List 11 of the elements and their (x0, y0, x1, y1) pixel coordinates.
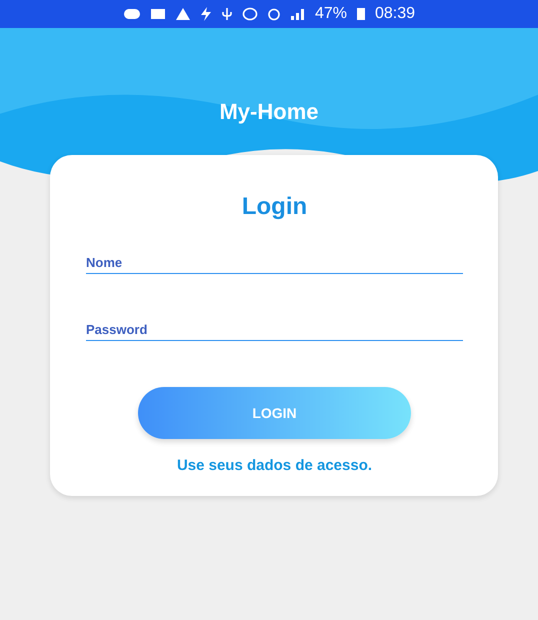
lightning-icon (200, 7, 212, 21)
clock-time: 08:39 (374, 5, 416, 23)
app-title: My-Home (219, 98, 318, 125)
login-title: Login (240, 193, 308, 221)
warning-icon (174, 7, 191, 21)
signal-icon (290, 8, 306, 20)
battery-percent: 47% (314, 5, 347, 23)
login-button[interactable]: LOGIN (138, 387, 411, 439)
battery-icon (356, 7, 366, 21)
usb-icon (220, 7, 233, 21)
access-hint: Use seus dados de acesso. (176, 457, 374, 474)
